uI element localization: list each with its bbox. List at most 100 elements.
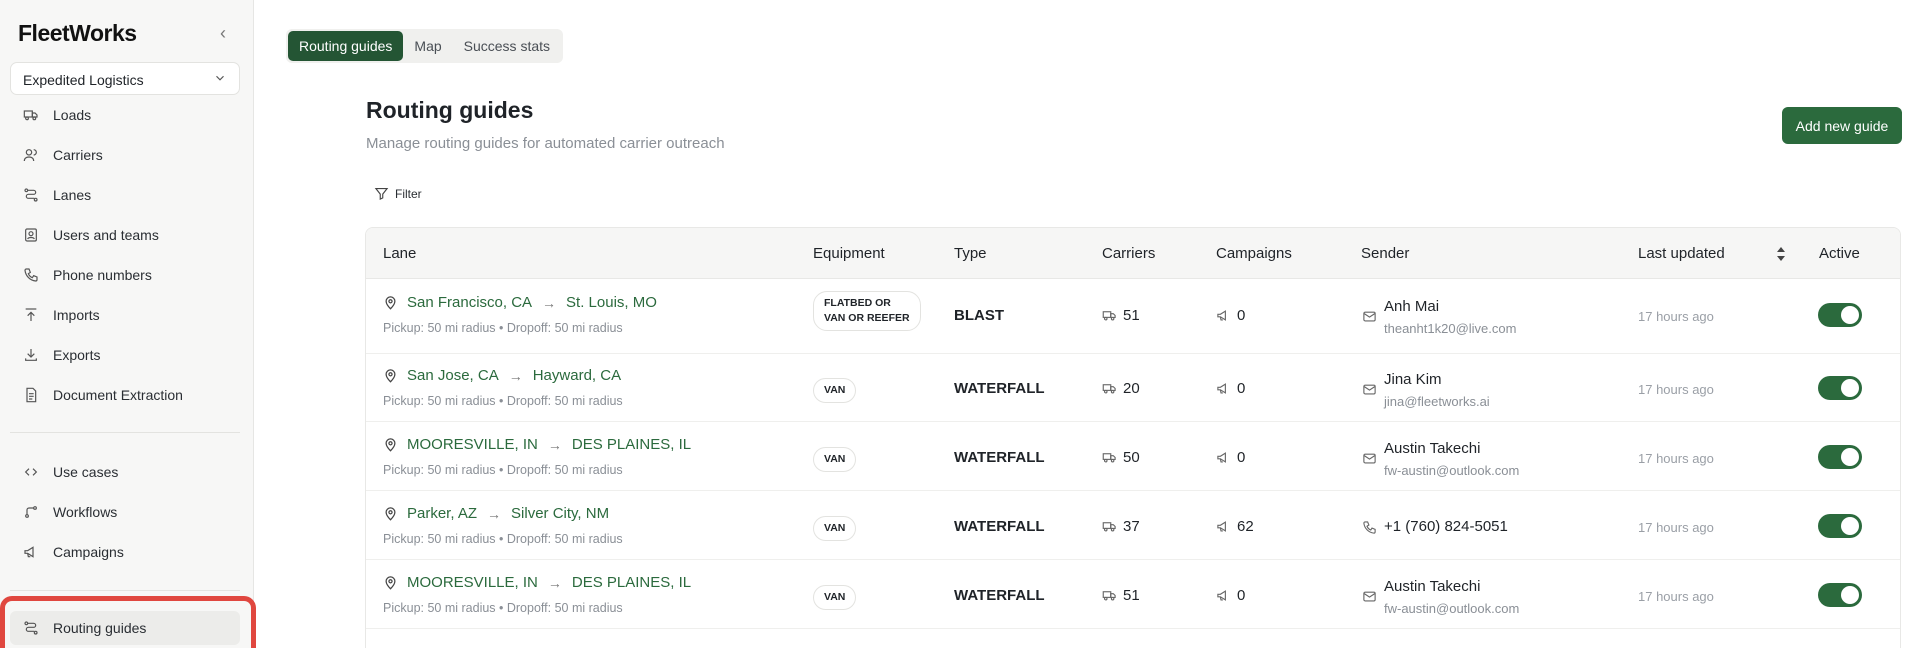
active-toggle[interactable] <box>1818 583 1862 607</box>
table-row[interactable]: San Jose, CA → Hayward, CA Pickup: 50 mi… <box>366 354 1900 422</box>
sidebar-item-use-cases[interactable]: Use cases <box>10 455 240 489</box>
column-carriers[interactable]: Carriers <box>1102 245 1155 262</box>
tab-success-stats[interactable]: Success stats <box>453 31 561 61</box>
guide-type: BLAST <box>954 307 1004 324</box>
location-pin-icon <box>383 295 398 310</box>
sender-name: Anh Mai <box>1384 298 1440 315</box>
collapse-sidebar-icon[interactable]: ‹ <box>220 24 234 42</box>
column-campaigns[interactable]: Campaigns <box>1216 245 1292 262</box>
truck-icon <box>1102 450 1117 465</box>
route-icon <box>23 187 39 203</box>
sidebar-item-label: Loads <box>53 107 92 123</box>
column-last-updated[interactable]: Last updated <box>1638 245 1725 262</box>
tab-map[interactable]: Map <box>403 31 452 61</box>
lane-radius: Pickup: 50 mi radius • Dropoff: 50 mi ra… <box>383 394 623 408</box>
sort-icon[interactable] <box>1776 245 1786 263</box>
sidebar-item-label: Carriers <box>53 147 103 163</box>
sidebar-item-document-extraction[interactable]: Document Extraction <box>10 378 240 412</box>
column-sender[interactable]: Sender <box>1361 245 1409 262</box>
table-row[interactable]: MOORESVILLE, IN → DES PLAINES, IL Pickup… <box>366 560 1900 629</box>
fleetworks-logo[interactable]: FleetWorks <box>18 20 137 47</box>
lane-route[interactable]: San Jose, CA → Hayward, CA <box>383 367 621 384</box>
contact-icon <box>23 227 39 243</box>
carrier-count: 50 <box>1102 449 1140 466</box>
sidebar-divider <box>10 432 240 433</box>
mail-icon <box>1363 453 1376 464</box>
sidebar-item-workflows[interactable]: Workflows <box>10 495 240 529</box>
lane-radius: Pickup: 50 mi radius • Dropoff: 50 mi ra… <box>383 321 623 335</box>
page-subtitle: Manage routing guides for automated carr… <box>366 135 725 152</box>
lane-origin: Parker, AZ <box>407 505 478 522</box>
column-lane[interactable]: Lane <box>383 245 416 262</box>
location-pin-icon <box>383 368 398 383</box>
location-pin-icon <box>383 506 398 521</box>
active-toggle[interactable] <box>1818 445 1862 469</box>
sidebar-item-users-and-teams[interactable]: Users and teams <box>10 218 240 252</box>
table-row[interactable]: Parker, AZ → Silver City, NM Pickup: 50 … <box>366 491 1900 560</box>
carrier-count: 37 <box>1102 518 1140 535</box>
campaign-count-value: 0 <box>1237 307 1246 324</box>
column-type[interactable]: Type <box>954 245 987 262</box>
megaphone-icon <box>1216 588 1231 603</box>
carrier-count-value: 51 <box>1123 587 1140 604</box>
sidebar-item-label: Campaigns <box>53 544 124 560</box>
lane-route[interactable]: Parker, AZ → Silver City, NM <box>383 505 609 522</box>
megaphone-icon <box>1216 519 1231 534</box>
lane-origin: San Francisco, CA <box>407 294 533 311</box>
lane-destination: St. Louis, MO <box>566 294 657 311</box>
sidebar-item-campaigns[interactable]: Campaigns <box>10 535 240 569</box>
lane-route[interactable]: MOORESVILLE, IN → DES PLAINES, IL <box>383 436 691 453</box>
sender-name: Austin Takechi <box>1384 578 1481 595</box>
table-row[interactable]: San Francisco, CA → St. Louis, MO Pickup… <box>366 280 1900 354</box>
filter-button[interactable]: Filter <box>374 186 422 201</box>
location-pin-icon <box>383 575 398 590</box>
table-row[interactable]: MOORESVILLE, IN → DES PLAINES, IL Pickup… <box>366 422 1900 491</box>
truck-icon <box>1102 308 1117 323</box>
campaign-count: 62 <box>1216 518 1254 535</box>
organization-select[interactable]: Expedited Logistics <box>10 62 240 95</box>
sender-phone: +1 (760) 824-5051 <box>1384 518 1508 535</box>
last-updated: 17 hours ago <box>1638 382 1714 397</box>
sidebar-item-label: Use cases <box>53 464 119 480</box>
megaphone-icon <box>1216 381 1231 396</box>
column-equipment[interactable]: Equipment <box>813 245 885 262</box>
sender-contact: jina@fleetworks.ai <box>1384 394 1490 409</box>
tab-routing-guides[interactable]: Routing guides <box>288 31 404 61</box>
lane-route[interactable]: San Francisco, CA → St. Louis, MO <box>383 294 657 311</box>
sidebar-item-imports[interactable]: Imports <box>10 298 240 332</box>
campaign-count-value: 62 <box>1237 518 1254 535</box>
sender-name: Jina Kim <box>1384 371 1442 388</box>
lane-destination: Silver City, NM <box>511 505 610 522</box>
lane-radius: Pickup: 50 mi radius • Dropoff: 50 mi ra… <box>383 532 623 546</box>
lane-origin: MOORESVILLE, IN <box>407 436 538 453</box>
sidebar-item-loads[interactable]: Loads <box>10 98 240 132</box>
carrier-count: 51 <box>1102 587 1140 604</box>
add-new-guide-button[interactable]: Add new guide <box>1782 107 1902 144</box>
table-header: Lane Equipment Type Carriers Campaigns S… <box>366 228 1900 279</box>
sidebar: FleetWorks ‹ Expedited Logistics Loads C… <box>0 0 254 648</box>
guide-type: WATERFALL <box>954 449 1045 466</box>
sidebar-item-exports[interactable]: Exports <box>10 338 240 372</box>
campaign-count: 0 <box>1216 587 1245 604</box>
column-active[interactable]: Active <box>1819 245 1860 262</box>
active-toggle[interactable] <box>1818 514 1862 538</box>
sidebar-item-phone-numbers[interactable]: Phone numbers <box>10 258 240 292</box>
carrier-count: 20 <box>1102 380 1140 397</box>
lane-route[interactable]: MOORESVILLE, IN → DES PLAINES, IL <box>383 574 691 591</box>
sidebar-item-label: Workflows <box>53 504 118 520</box>
active-toggle[interactable] <box>1818 303 1862 327</box>
campaign-count-value: 0 <box>1237 449 1246 466</box>
mail-icon <box>1363 311 1376 322</box>
sidebar-item-carriers[interactable]: Carriers <box>10 138 240 172</box>
campaign-count: 0 <box>1216 307 1245 324</box>
code-icon <box>23 464 39 480</box>
lane-origin: San Jose, CA <box>407 367 499 384</box>
organization-select-value: Expedited Logistics <box>23 72 144 88</box>
guide-type: WATERFALL <box>954 587 1045 604</box>
truck-icon <box>1102 381 1117 396</box>
page-title: Routing guides <box>366 97 534 123</box>
active-toggle[interactable] <box>1818 376 1862 400</box>
sidebar-item-label: Imports <box>53 307 100 323</box>
sidebar-item-label: Exports <box>53 347 101 363</box>
sidebar-item-lanes[interactable]: Lanes <box>10 178 240 212</box>
